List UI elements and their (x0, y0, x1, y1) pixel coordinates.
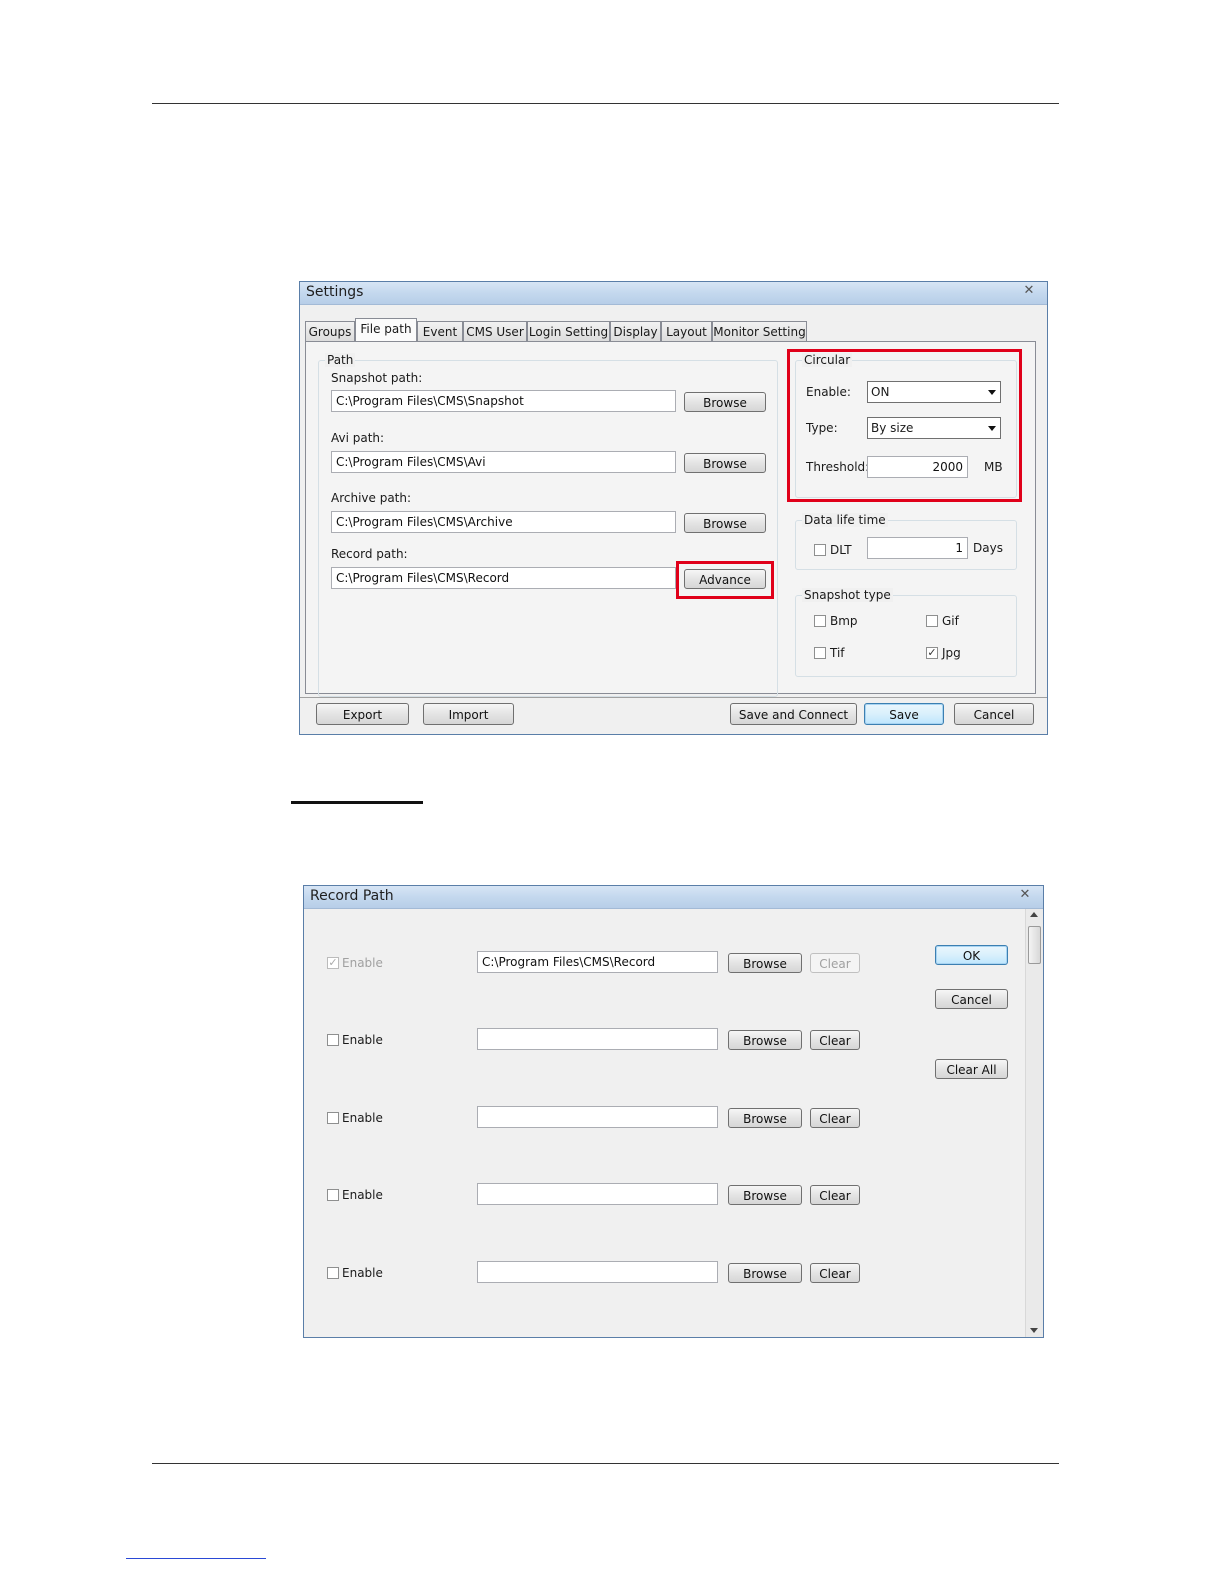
row4-clear-button[interactable]: Clear (810, 1185, 860, 1205)
row2-enable-checkbox[interactable] (327, 1034, 339, 1046)
dlt-label: DLT (830, 543, 852, 557)
dlt-checkbox[interactable] (814, 544, 826, 556)
close-icon[interactable]: ✕ (1017, 887, 1033, 903)
row1-enable-checkbox[interactable]: ✓ (327, 957, 339, 969)
header-rule (152, 103, 1059, 104)
advance-highlight-box (676, 561, 774, 599)
vertical-scrollbar[interactable] (1025, 909, 1043, 1337)
row5-browse-button[interactable]: Browse (728, 1263, 802, 1283)
settings-titlebar: Settings ✕ (300, 282, 1047, 305)
record-path-title: Record Path (310, 888, 394, 904)
tab-groups[interactable]: Groups (305, 321, 355, 341)
bmp-checkbox[interactable] (814, 615, 826, 627)
row1-path-field[interactable]: C:\Program Files\CMS\Record (477, 951, 718, 973)
tab-monitor-setting[interactable]: Monitor Setting (712, 321, 807, 341)
scroll-up-icon[interactable] (1030, 912, 1038, 917)
tab-event[interactable]: Event (417, 321, 463, 341)
cancel-button[interactable]: Cancel (954, 703, 1034, 725)
footer-rule (152, 1463, 1059, 1464)
scroll-down-icon[interactable] (1030, 1328, 1038, 1333)
settings-tabs: Groups File path Event CMS User Login Se… (305, 318, 1035, 341)
row4-enable-label: Enable (342, 1188, 383, 1202)
snapshot-type-group: Snapshot type (795, 588, 1017, 677)
record-path-body: ✓ Enable C:\Program Files\CMS\Record Bro… (304, 909, 1043, 1337)
record-path-titlebar: Record Path ✕ (304, 886, 1043, 909)
record-path-window: Record Path ✕ ✓ Enable C:\Program Files\… (303, 885, 1044, 1338)
record-path-field[interactable]: C:\Program Files\CMS\Record (331, 567, 676, 589)
archive-browse-button[interactable]: Browse (684, 513, 766, 533)
tab-display[interactable]: Display (610, 321, 661, 341)
tab-cms-user[interactable]: CMS User (463, 321, 527, 341)
snapshot-path-field[interactable]: C:\Program Files\CMS\Snapshot (331, 390, 676, 412)
row5-clear-button[interactable]: Clear (810, 1263, 860, 1283)
close-icon[interactable]: ✕ (1021, 283, 1037, 299)
jpg-label: Jpg (942, 646, 961, 660)
avi-path-label: Avi path: (331, 431, 385, 445)
row3-path-field[interactable] (477, 1106, 718, 1128)
row2-enable-label: Enable (342, 1033, 383, 1047)
row4-path-field[interactable] (477, 1183, 718, 1205)
avi-path-field[interactable]: C:\Program Files\CMS\Avi (331, 451, 676, 473)
row4-enable-checkbox[interactable] (327, 1189, 339, 1201)
settings-title: Settings (306, 284, 364, 300)
snapshot-path-label: Snapshot path: (331, 371, 423, 385)
archive-path-label: Archive path: (331, 491, 412, 505)
row2-browse-button[interactable]: Browse (728, 1030, 802, 1050)
avi-browse-button[interactable]: Browse (684, 453, 766, 473)
save-button[interactable]: Save (864, 703, 944, 725)
tab-layout[interactable]: Layout (661, 321, 712, 341)
snapshot-type-legend: Snapshot type (802, 588, 893, 602)
section-underline (291, 801, 423, 804)
bottom-separator (300, 697, 1047, 698)
clear-all-button[interactable]: Clear All (935, 1059, 1008, 1079)
days-field[interactable]: 1 (867, 537, 968, 559)
gif-checkbox[interactable] (926, 615, 938, 627)
row3-clear-button[interactable]: Clear (810, 1108, 860, 1128)
row5-enable-label: Enable (342, 1266, 383, 1280)
record-cancel-button[interactable]: Cancel (935, 989, 1008, 1009)
row1-enable-label: Enable (342, 956, 383, 970)
row3-browse-button[interactable]: Browse (728, 1108, 802, 1128)
tab-login-setting[interactable]: Login Setting (527, 321, 610, 341)
ok-button[interactable]: OK (935, 945, 1008, 965)
row4-browse-button[interactable]: Browse (728, 1185, 802, 1205)
jpg-checkbox[interactable]: ✓ (926, 647, 938, 659)
settings-window: Settings ✕ Groups File path Event CMS Us… (299, 281, 1048, 735)
archive-path-field[interactable]: C:\Program Files\CMS\Archive (331, 511, 676, 533)
gif-label: Gif (942, 614, 959, 628)
path-group-legend: Path (325, 353, 356, 367)
row1-browse-button[interactable]: Browse (728, 953, 802, 973)
import-button[interactable]: Import (423, 703, 514, 725)
export-button[interactable]: Export (316, 703, 409, 725)
row5-enable-checkbox[interactable] (327, 1267, 339, 1279)
row2-clear-button[interactable]: Clear (810, 1030, 860, 1050)
data-life-legend: Data life time (802, 513, 888, 527)
row5-path-field[interactable] (477, 1261, 718, 1283)
tif-label: Tif (830, 646, 845, 660)
row1-clear-button[interactable]: Clear (810, 953, 860, 973)
row3-enable-checkbox[interactable] (327, 1112, 339, 1124)
circular-highlight-box (787, 349, 1022, 502)
snapshot-browse-button[interactable]: Browse (684, 392, 766, 412)
tab-file-path[interactable]: File path (355, 318, 417, 341)
bmp-label: Bmp (830, 614, 858, 628)
record-path-label: Record path: (331, 547, 408, 561)
days-unit: Days (973, 541, 1003, 555)
scrollbar-thumb[interactable] (1028, 926, 1041, 964)
footer-link-line (126, 1558, 266, 1559)
row3-enable-label: Enable (342, 1111, 383, 1125)
settings-body: Groups File path Event CMS User Login Se… (300, 305, 1047, 734)
tif-checkbox[interactable] (814, 647, 826, 659)
row2-path-field[interactable] (477, 1028, 718, 1050)
save-and-connect-button[interactable]: Save and Connect (730, 703, 857, 725)
